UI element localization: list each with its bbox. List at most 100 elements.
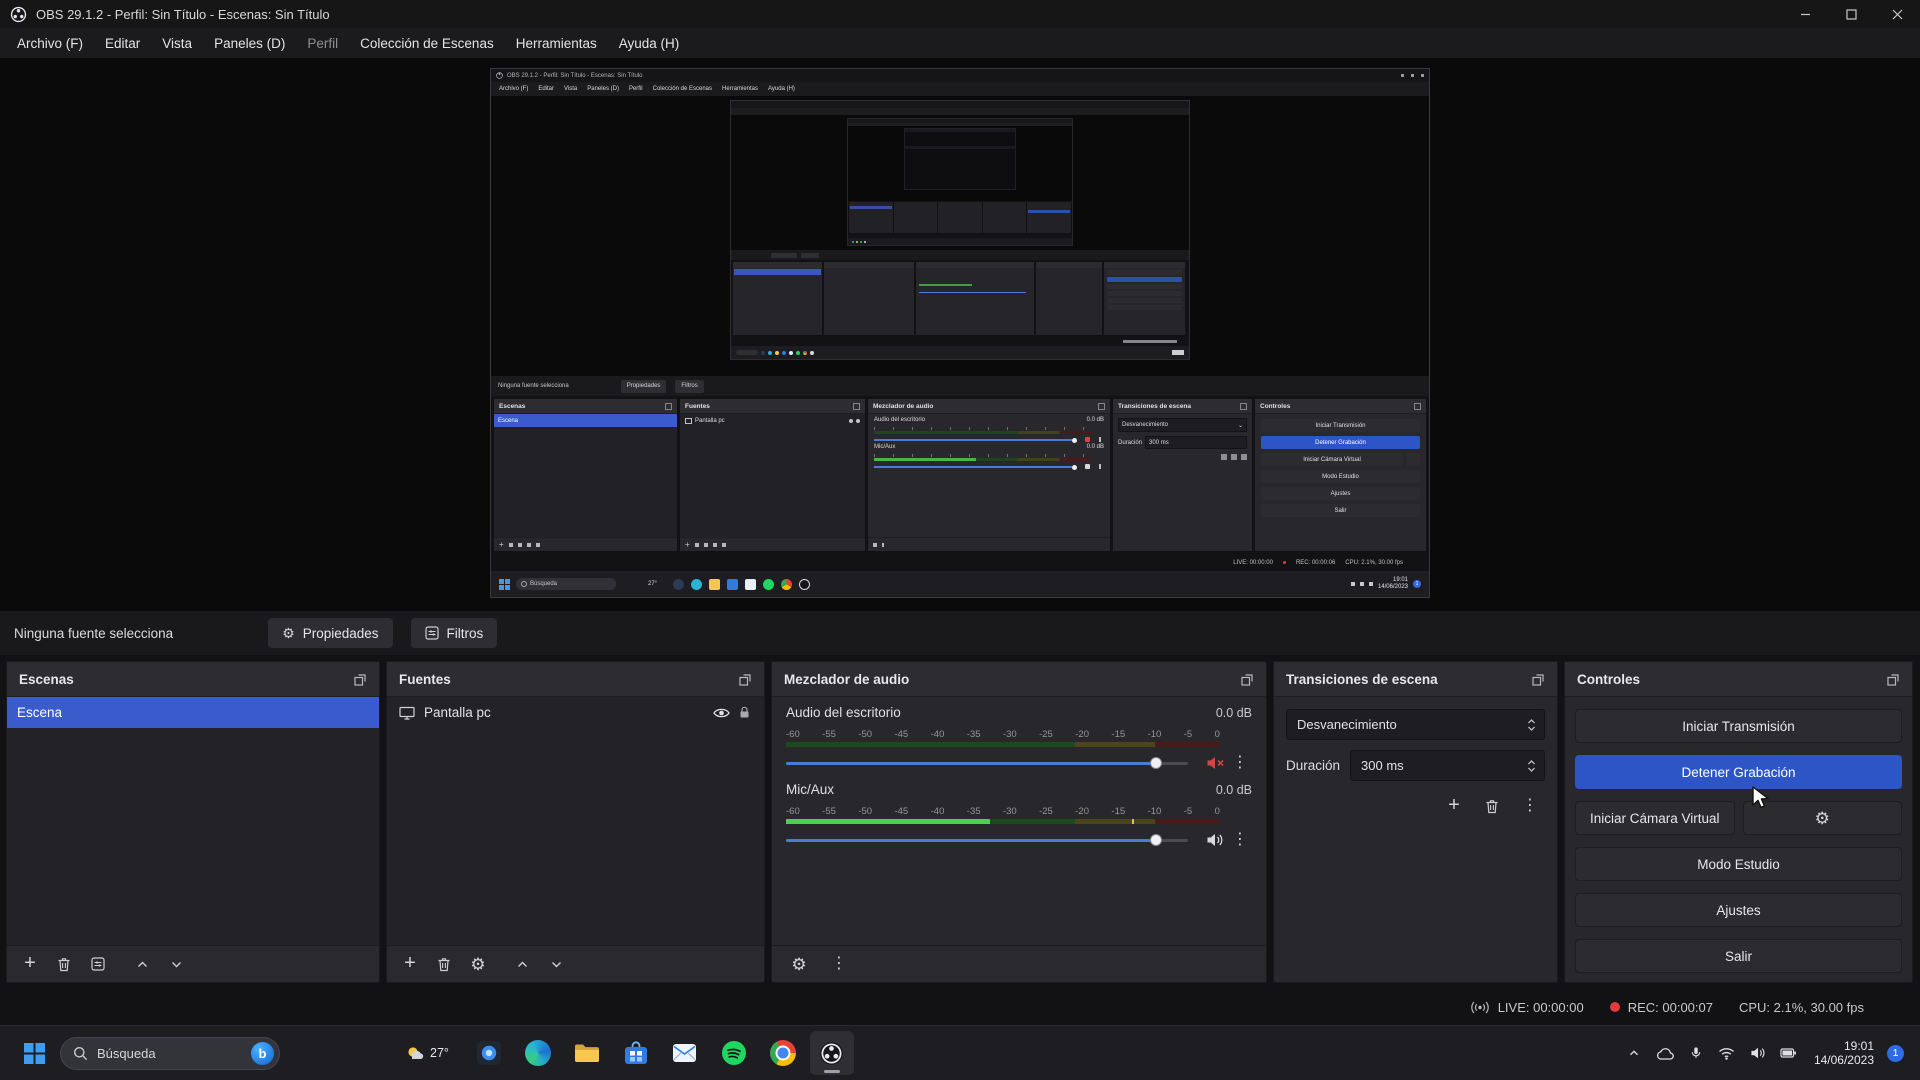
popout-icon[interactable] <box>354 673 367 686</box>
menu-herramientas[interactable]: Herramientas <box>505 31 608 56</box>
transition-select[interactable]: Desvanecimiento <box>1286 709 1545 740</box>
menu-ayuda[interactable]: Ayuda (H) <box>608 31 691 56</box>
app-icon-chrome[interactable] <box>761 1031 805 1075</box>
properties-button[interactable]: ⚙ Propiedades <box>268 618 392 648</box>
source-properties-button[interactable]: ⚙ <box>463 951 493 977</box>
lock-icon[interactable] <box>739 706 750 719</box>
source-item-pantalla-pc[interactable]: Pantalla pc <box>387 697 764 728</box>
minimize-button[interactable] <box>1782 0 1828 28</box>
meter-scale: -60-55-50-45-40-35-30-25-20-15-10-50 <box>786 729 1220 740</box>
mixer-channel-mic-aux: Mic/Aux 0.0 dB -60-55-50-45-40-35-30-25-… <box>786 782 1252 853</box>
remove-scene-button[interactable] <box>49 951 79 977</box>
scene-item-escena[interactable]: Escena <box>7 697 379 728</box>
volume-slider[interactable] <box>786 762 1188 765</box>
add-scene-button[interactable]: + <box>15 951 45 977</box>
meter-tick: -25 <box>1039 729 1053 740</box>
duration-label: Duración <box>1286 758 1340 773</box>
move-source-down-button[interactable] <box>541 951 571 977</box>
mixer-menu-kebab-icon[interactable]: ⋮ <box>824 951 854 977</box>
app-icon-mail[interactable] <box>663 1031 707 1075</box>
studio-mode-button[interactable]: Modo Estudio <box>1575 847 1902 881</box>
sources-list: Pantalla pc <box>387 697 764 945</box>
tray-onedrive-icon[interactable] <box>1655 1043 1675 1063</box>
monitor-icon <box>399 706 415 720</box>
mini-scenes-panel: Escenas Escena + <box>494 399 677 551</box>
start-virtual-camera-button[interactable]: Iniciar Cámara Virtual <box>1575 801 1735 835</box>
app-icon-photos[interactable] <box>467 1031 511 1075</box>
maximize-button[interactable] <box>1828 0 1874 28</box>
move-source-up-button[interactable] <box>507 951 537 977</box>
menu-coleccion-escenas[interactable]: Colección de Escenas <box>349 31 505 56</box>
add-transition-button[interactable]: + <box>1439 793 1469 819</box>
add-source-button[interactable]: + <box>395 951 425 977</box>
search-box[interactable]: Búsqueda b <box>60 1037 280 1070</box>
app-icon-store[interactable] <box>614 1031 658 1075</box>
tray-wifi-icon[interactable] <box>1717 1043 1737 1063</box>
mute-button-muted[interactable] <box>1202 755 1228 771</box>
mini-taskbar: Búsqueda 27° 19:0114/06/2023 1 <box>491 571 1429 597</box>
close-button[interactable] <box>1874 0 1920 28</box>
app-icon-file-explorer[interactable] <box>565 1031 609 1075</box>
duration-spinbox[interactable]: 300 ms <box>1350 750 1545 781</box>
exit-button[interactable]: Salir <box>1575 939 1902 973</box>
meter-tick: -30 <box>1003 729 1017 740</box>
tray-mic-icon[interactable] <box>1686 1043 1706 1063</box>
menu-paneles[interactable]: Paneles (D) <box>203 31 296 56</box>
preview-mini-desktop: OBS 29.1.2 - Perfil: Sin Título - Escena… <box>490 68 1430 598</box>
popout-icon[interactable] <box>1887 673 1900 686</box>
mini-menu-bar: Archivo (F) Editar Vista Paneles (D) Per… <box>491 82 1429 96</box>
meter-tick: -50 <box>858 729 872 740</box>
mini-docks: Escenas Escena + Fuentes Pantalla pc + M… <box>491 396 1429 554</box>
remove-transition-button[interactable] <box>1477 793 1507 819</box>
start-streaming-button[interactable]: Iniciar Transmisión <box>1575 709 1902 743</box>
mini-preview <box>491 96 1429 376</box>
tray-battery-icon[interactable] <box>1779 1043 1799 1063</box>
channel-menu-kebab-icon[interactable]: ⋮ <box>1228 832 1252 848</box>
channel-menu-kebab-icon[interactable]: ⋮ <box>1228 755 1252 771</box>
volume-slider-knob[interactable] <box>1150 757 1162 769</box>
app-icon-edge[interactable] <box>516 1031 560 1075</box>
mixer-toolbar: ⚙ ⋮ <box>772 945 1266 982</box>
tray-chevron-up-icon[interactable] <box>1624 1043 1644 1063</box>
obs-logo-icon <box>10 6 27 23</box>
stop-recording-button[interactable]: Detener Grabación <box>1575 755 1902 789</box>
windows-taskbar: Búsqueda b 27° <box>0 1025 1920 1080</box>
remove-source-button[interactable] <box>429 951 459 977</box>
menu-perfil[interactable]: Perfil <box>296 31 349 56</box>
title-bar: OBS 29.1.2 - Perfil: Sin Título - Escena… <box>0 0 1920 28</box>
menu-editar[interactable]: Editar <box>94 31 151 56</box>
meter-tick: -60 <box>786 806 800 817</box>
mute-button[interactable] <box>1202 832 1228 848</box>
app-icon-spotify[interactable] <box>712 1031 756 1075</box>
channel-name: Audio del escritorio <box>786 705 901 720</box>
advanced-audio-gear-icon[interactable]: ⚙ <box>784 951 814 977</box>
popout-icon[interactable] <box>739 673 752 686</box>
move-scene-up-button[interactable] <box>127 951 157 977</box>
transitions-title: Transiciones de escena <box>1286 672 1438 687</box>
app-icon-obs-active[interactable] <box>810 1031 854 1075</box>
menu-archivo[interactable]: Archivo (F) <box>6 31 94 56</box>
taskbar-clock[interactable]: 19:01 14/06/2023 <box>1814 1039 1874 1067</box>
menu-vista[interactable]: Vista <box>151 31 203 56</box>
filters-button[interactable]: Filtros <box>411 618 498 648</box>
mini-menu-item: Colección de Escenas <box>648 86 717 92</box>
weather-widget[interactable]: 27° <box>406 1045 449 1061</box>
mini-menu-item: Vista <box>559 86 582 92</box>
volume-slider[interactable] <box>786 839 1188 842</box>
preview-canvas[interactable]: OBS 29.1.2 - Perfil: Sin Título - Escena… <box>0 58 1920 611</box>
notification-badge[interactable]: 1 <box>1887 1045 1904 1062</box>
popout-icon[interactable] <box>1532 673 1545 686</box>
visibility-eye-icon[interactable] <box>713 707 730 719</box>
meter-tick: 0 <box>1215 729 1220 740</box>
spinner-arrows-icon[interactable] <box>1527 759 1536 773</box>
volume-slider-knob[interactable] <box>1150 834 1162 846</box>
settings-button[interactable]: Ajustes <box>1575 893 1902 927</box>
scene-filters-button[interactable] <box>83 951 113 977</box>
transition-menu-kebab-icon[interactable]: ⋮ <box>1515 793 1545 819</box>
scenes-toolbar: + <box>7 945 379 982</box>
move-scene-down-button[interactable] <box>161 951 191 977</box>
tray-volume-icon[interactable] <box>1748 1043 1768 1063</box>
popout-icon[interactable] <box>1241 673 1254 686</box>
start-button[interactable] <box>12 1031 56 1075</box>
mini-menu-item: Ayuda (H) <box>763 86 800 92</box>
